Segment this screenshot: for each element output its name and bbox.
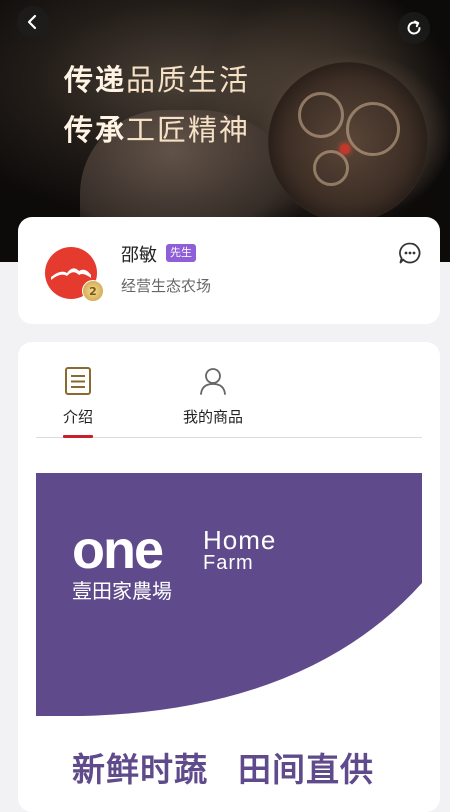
hero-slogan-line1: 传递品质生活 bbox=[64, 63, 251, 97]
title-badge: 先生 bbox=[166, 244, 196, 262]
back-button[interactable] bbox=[17, 6, 49, 38]
user-description: 经营生态农场 bbox=[121, 277, 212, 295]
tagline-direct: 田间直供 bbox=[238, 750, 374, 789]
brand-one-text: one bbox=[72, 520, 164, 580]
content-card: 介绍 我的商品 one Home Farm 壹田家農場 新鲜时蔬 田间直供 bbox=[18, 342, 440, 812]
tab-intro[interactable]: 介绍 bbox=[58, 366, 98, 427]
user-icon bbox=[200, 368, 226, 395]
tagline-fresh: 新鲜时蔬 bbox=[72, 750, 208, 789]
farm-banner-image[interactable]: one Home Farm 壹田家農場 新鲜时蔬 田间直供 bbox=[36, 473, 422, 812]
watch-image bbox=[268, 62, 428, 222]
tab-my-products[interactable]: 我的商品 bbox=[178, 366, 248, 427]
chevron-left-icon bbox=[27, 14, 37, 30]
user-name: 邵敏 bbox=[121, 245, 157, 266]
share-button[interactable] bbox=[398, 12, 430, 44]
banner-tagline: 新鲜时蔬 田间直供 bbox=[72, 743, 374, 791]
tab-intro-label: 介绍 bbox=[62, 408, 93, 426]
tab-my-products-label: 我的商品 bbox=[182, 408, 243, 426]
brand-cn-text: 壹田家農場 bbox=[72, 579, 172, 603]
tab-divider bbox=[36, 437, 422, 438]
hero-slogan-line2: 传承工匠精神 bbox=[64, 113, 251, 147]
medal-icon: 2 bbox=[82, 280, 104, 302]
tab-active-indicator bbox=[63, 435, 93, 438]
chat-bubble-icon bbox=[399, 242, 421, 264]
chat-button[interactable] bbox=[398, 241, 422, 269]
refresh-share-icon bbox=[407, 20, 421, 35]
profile-card: 2 邵敏 先生 经营生态农场 bbox=[18, 217, 440, 324]
brand-farm-text: Farm bbox=[203, 552, 254, 574]
document-icon bbox=[65, 367, 91, 395]
brand-logo: one Home Farm 壹田家農場 bbox=[72, 519, 275, 604]
